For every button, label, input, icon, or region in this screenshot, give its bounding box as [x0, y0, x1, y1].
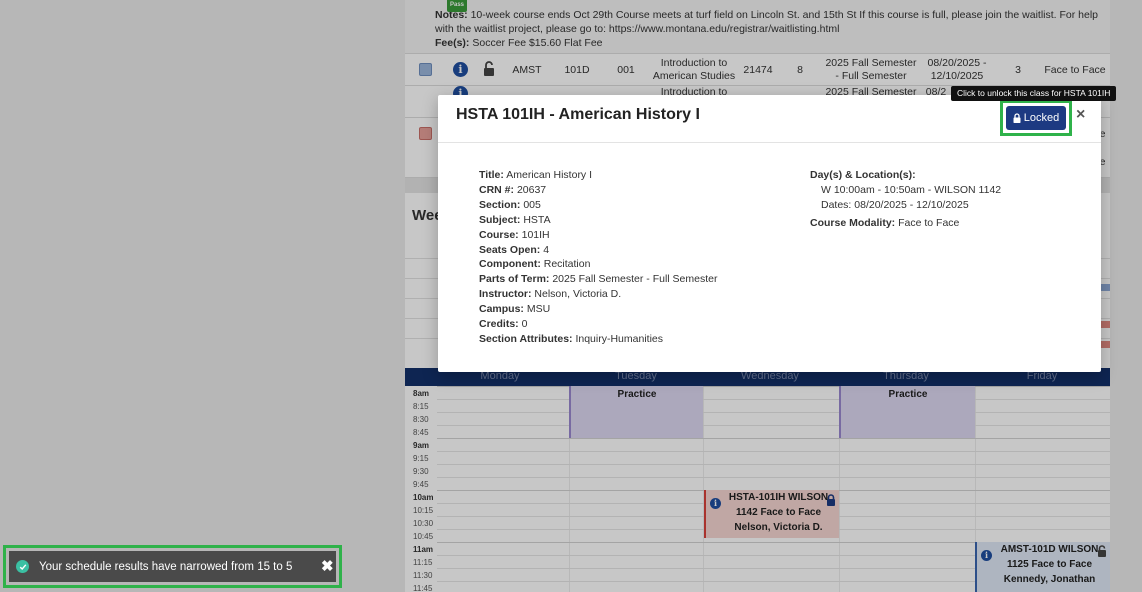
- meeting-time: W 10:00am - 10:50am - WILSON 1142: [821, 183, 1002, 196]
- detail-course: Course: 101IH: [479, 228, 550, 241]
- close-icon[interactable]: ✖: [321, 557, 334, 575]
- toast-highlight: Your schedule results have narrowed from…: [3, 545, 342, 588]
- detail-component: Component: Recitation: [479, 258, 591, 271]
- detail-credits: Credits: 0: [479, 318, 528, 331]
- meeting-details: Day(s) & Location(s): W 10:00am - 10:50a…: [810, 168, 1001, 231]
- detail-title: Title: American History I: [479, 169, 593, 181]
- check-circle-icon: [16, 560, 29, 573]
- course-modality: Course Modality: Face to Face: [810, 216, 960, 229]
- detail-section-attributes: Section Attributes: Inquiry-Humanities: [479, 332, 663, 345]
- detail-crn: CRN #: 20637: [479, 183, 547, 196]
- unlock-tooltip: Click to unlock this class for HSTA 101I…: [951, 86, 1117, 101]
- schedule-toast: Your schedule results have narrowed from…: [9, 551, 336, 582]
- detail-instructor: Instructor: Nelson, Victoria D.: [479, 288, 622, 301]
- detail-subject: Subject: HSTA: [479, 213, 551, 226]
- detail-parts-of-term: Parts of Term: 2025 Fall Semester - Full…: [479, 273, 718, 286]
- modal-title: HSTA 101IH - American History I: [456, 106, 700, 123]
- class-details-list: Title: American History I CRN #: 20637 S…: [479, 168, 717, 347]
- class-details-modal: HSTA 101IH - American History I Locked ×…: [438, 95, 1101, 372]
- toast-message: Your schedule results have narrowed from…: [39, 560, 293, 573]
- locked-button-highlight: Locked: [1000, 100, 1072, 136]
- locked-label: Locked: [1023, 112, 1060, 124]
- detail-campus: Campus: MSU: [479, 303, 551, 316]
- lock-icon: [1013, 113, 1021, 123]
- close-icon[interactable]: ×: [1076, 106, 1085, 124]
- detail-section: Section: 005: [479, 198, 541, 211]
- detail-seats-open: Seats Open: 4: [479, 243, 550, 256]
- locked-button[interactable]: Locked: [1006, 106, 1066, 130]
- meeting-dates: Dates: 08/20/2025 - 12/10/2025: [821, 198, 969, 211]
- modal-header: HSTA 101IH - American History I Locked ×: [438, 95, 1101, 143]
- days-locations-label: Day(s) & Location(s):: [810, 169, 916, 181]
